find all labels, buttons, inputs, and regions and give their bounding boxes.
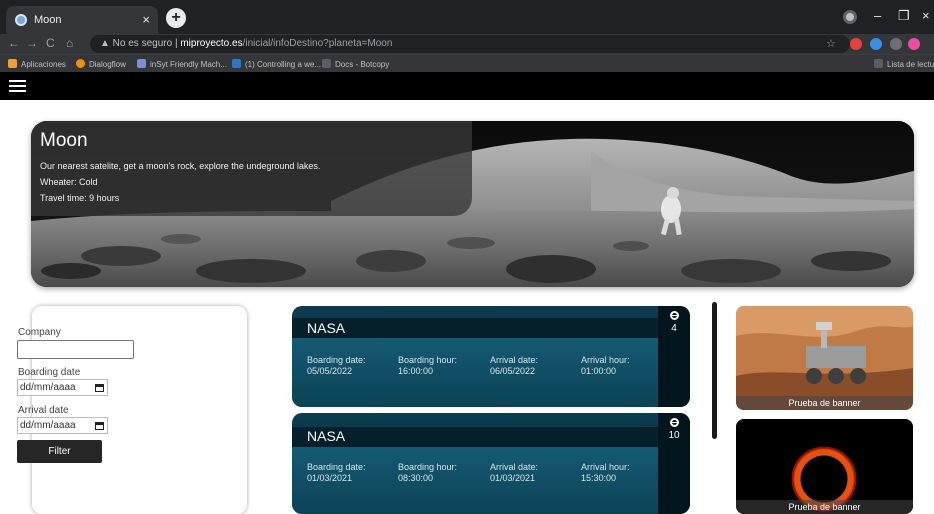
insyt-icon xyxy=(137,59,146,68)
calendar-icon[interactable] xyxy=(95,422,104,430)
dialogflow-icon xyxy=(76,59,85,68)
profile-icon[interactable] xyxy=(843,10,857,24)
filter-button[interactable]: Filter xyxy=(17,440,102,463)
account-avatar[interactable] xyxy=(908,38,920,50)
address-bar[interactable]: ▲ No es seguro | miproyecto.es/inicial/i… xyxy=(90,35,850,53)
promo-banner[interactable]: Prueba de banner xyxy=(736,306,913,410)
arrival-hour-value: 15:30:00 xyxy=(581,473,617,483)
arrival-date-input[interactable]: dd/mm/aaaa xyxy=(17,417,108,434)
browser-tab[interactable]: Moon × xyxy=(6,6,158,34)
reading-list-icon xyxy=(874,59,883,68)
boarding-date-label: Boarding date xyxy=(18,367,81,378)
destination-title: Moon xyxy=(40,130,88,151)
app-navbar xyxy=(0,72,934,100)
arrival-date-label: Arrival date: xyxy=(490,462,539,472)
arrival-hour-value: 01:00:00 xyxy=(581,366,617,376)
flight-seats: 4 xyxy=(671,323,677,334)
extension-blue-icon[interactable] xyxy=(870,38,882,50)
tab-close-icon[interactable]: × xyxy=(142,12,150,27)
forward-icon[interactable]: → xyxy=(26,36,38,50)
boarding-hour-value: 08:30:00 xyxy=(398,473,434,483)
seat-user-icon xyxy=(670,311,679,320)
bookmark-insyt[interactable]: inSyt Friendly Mach... xyxy=(137,59,227,69)
boarding-hour-label: Boarding hour: xyxy=(398,462,458,472)
destination-description: Our nearest satelite, get a moon's rock,… xyxy=(40,161,321,171)
url-host: miproyecto.es xyxy=(180,38,243,49)
back-icon[interactable]: ← xyxy=(8,36,20,50)
company-input[interactable] xyxy=(17,340,134,359)
arrival-date-label: Arrival date: xyxy=(490,355,539,365)
seat-user-icon xyxy=(670,418,679,427)
boarding-date-input[interactable]: dd/mm/aaaa xyxy=(17,379,108,396)
tab-title: Moon xyxy=(34,14,62,26)
botcopy-icon xyxy=(322,59,331,68)
flight-seats: 10 xyxy=(668,430,680,441)
bookmark-apps[interactable]: Aplicaciones xyxy=(8,59,66,69)
restore-icon[interactable]: ❐ xyxy=(898,8,910,24)
flights-scrollbar[interactable] xyxy=(712,302,717,439)
boarding-date-placeholder: dd/mm/aaaa xyxy=(20,382,76,393)
boarding-hour-label: Boarding hour: xyxy=(398,355,458,365)
arrival-hour-label: Arrival hour: xyxy=(581,355,630,365)
company-label: Company xyxy=(18,327,61,338)
bookmark-star-icon[interactable]: ☆ xyxy=(826,37,836,50)
browser-tab-bar: Moon × + – ❐ × xyxy=(0,0,934,34)
extensions-puzzle-icon[interactable] xyxy=(890,38,902,50)
flight-company: NASA xyxy=(307,320,346,336)
extension-red-icon[interactable] xyxy=(850,38,862,50)
browser-toolbar: ← → C ⌂ ▲ No es seguro | miproyecto.es/i… xyxy=(0,34,934,54)
promo-caption: Prueba de banner xyxy=(736,500,913,514)
mars-rover-image xyxy=(736,306,913,410)
reading-list[interactable]: Lista de lectura xyxy=(874,59,934,69)
boarding-date-value: 01/03/2021 xyxy=(307,473,353,483)
url-path: /inicial/infoDestino?planeta=Moon xyxy=(242,38,393,49)
arrival-date-placeholder: dd/mm/aaaa xyxy=(20,420,76,431)
arrival-hour-label: Arrival hour: xyxy=(581,462,630,472)
boarding-date-label: Boarding date: xyxy=(307,355,366,365)
tab-favicon-icon xyxy=(15,14,27,26)
boarding-date-value: 05/05/2022 xyxy=(307,366,353,376)
flight-card[interactable]: NASA 4 Boarding date: 05/05/2022 Boardin… xyxy=(292,306,690,407)
promo-caption: Prueba de banner xyxy=(736,396,913,410)
promo-banner[interactable]: Prueba de banner xyxy=(736,419,913,514)
linkedin-icon xyxy=(232,59,241,68)
destination-hero: Moon Our nearest satelite, get a moon's … xyxy=(31,121,914,287)
boarding-hour-value: 16:00:00 xyxy=(398,366,434,376)
bookmark-botcopy[interactable]: Docs - Botcopy xyxy=(322,59,389,69)
new-tab-button[interactable]: + xyxy=(166,8,186,28)
bookmark-linkedin[interactable]: (1) Controlling a we... xyxy=(232,59,321,69)
arrival-date-value: 01/03/2021 xyxy=(490,473,536,483)
security-warning[interactable]: ▲ No es seguro xyxy=(100,38,172,49)
apps-grid-icon xyxy=(8,59,17,68)
home-icon[interactable]: ⌂ xyxy=(66,36,73,50)
bookmarks-bar: Aplicaciones Dialogflow inSyt Friendly M… xyxy=(0,54,934,72)
minimize-icon[interactable]: – xyxy=(874,8,881,23)
flight-card[interactable]: NASA 10 Boarding date: 01/03/2021 Boardi… xyxy=(292,413,690,514)
boarding-date-label: Boarding date: xyxy=(307,462,366,472)
flight-company: NASA xyxy=(307,428,346,444)
menu-icon[interactable] xyxy=(9,80,26,93)
close-window-icon[interactable]: × xyxy=(922,8,930,23)
destination-info-panel: Moon Our nearest satelite, get a moon's … xyxy=(31,121,472,216)
reload-icon[interactable]: C xyxy=(46,36,55,50)
arrival-date-value: 06/05/2022 xyxy=(490,366,536,376)
destination-weather: Wheater: Cold xyxy=(40,177,98,187)
arrival-date-label: Arrival date xyxy=(18,405,69,416)
bookmark-dialogflow[interactable]: Dialogflow xyxy=(76,59,126,69)
calendar-icon[interactable] xyxy=(95,384,104,392)
destination-travel-time: Travel time: 9 hours xyxy=(40,193,120,203)
